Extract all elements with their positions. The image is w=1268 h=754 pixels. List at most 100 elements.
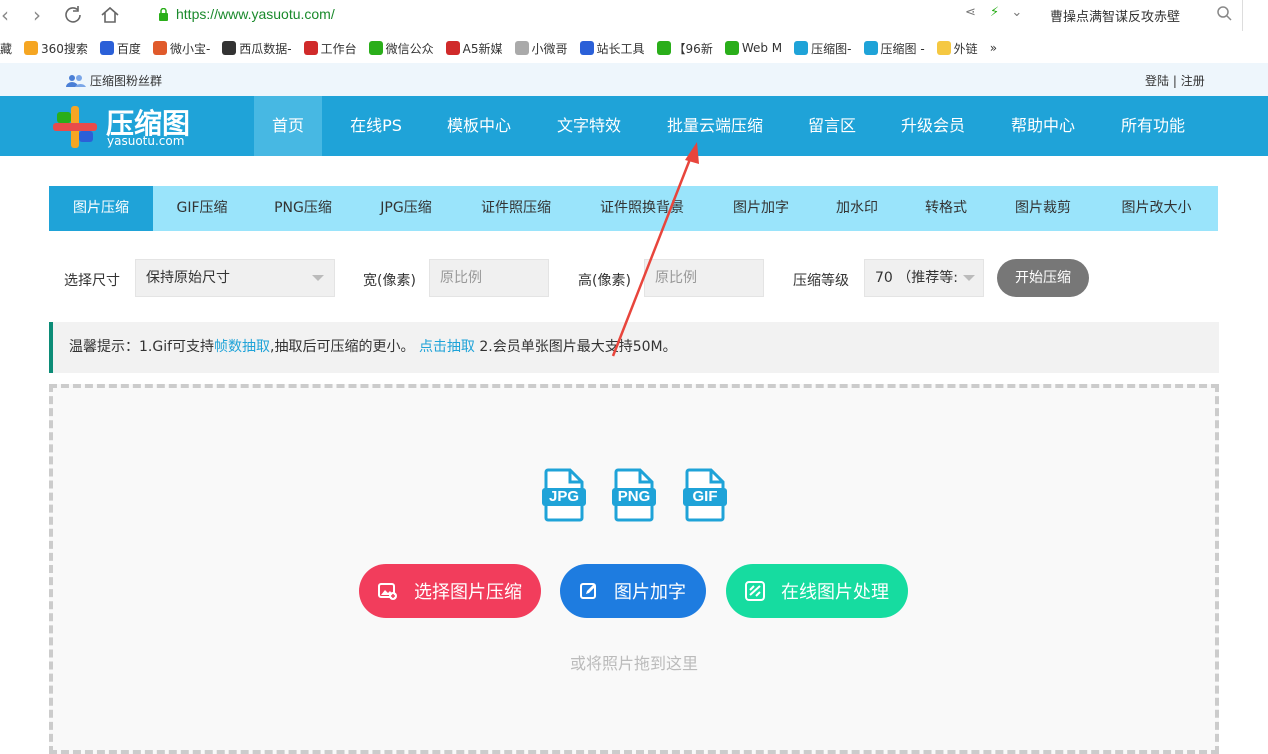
forward-icon[interactable]: › <box>24 3 50 27</box>
nav-item[interactable]: 升级会员 <box>885 96 981 156</box>
nav-item[interactable]: 模板中心 <box>431 96 527 156</box>
bookmark-label: A5新媒 <box>462 41 503 56</box>
height-input[interactable]: 原比例 <box>644 259 764 297</box>
share-icon[interactable]: ⋖ <box>965 5 976 20</box>
tool-tab[interactable]: 图片加字 <box>709 186 813 231</box>
chinaz-icon <box>579 41 594 55</box>
bookmark-item[interactable]: 工作台 <box>303 40 357 57</box>
file-type-label: PNG <box>617 488 651 505</box>
login-link[interactable]: 登陆 <box>1145 74 1169 88</box>
edit-icon <box>580 582 606 600</box>
browser-toolbar: ‹ › https://www.yasuotu.com/ ⋖ ⚡ ⌄ 曹操点满智… <box>0 0 1268 31</box>
bookmark-label: 藏 <box>0 41 13 56</box>
bookmark-label: 压缩图 - <box>880 41 925 56</box>
a5-icon <box>445 41 460 55</box>
refresh-icon[interactable] <box>60 3 86 27</box>
tool-tab[interactable]: 图片裁剪 <box>991 186 1095 231</box>
fans-group-link[interactable]: 压缩图粉丝群 <box>66 72 162 89</box>
bookmark-item[interactable]: 藏 <box>0 40 12 57</box>
more-bookmarks-icon[interactable]: » <box>990 41 997 55</box>
home-icon[interactable] <box>97 3 123 27</box>
logo-icon <box>53 106 97 148</box>
bookmark-label: 微小宝- <box>169 41 211 56</box>
start-compress-button[interactable]: 开始压缩 <box>997 259 1089 297</box>
tool-tab[interactable]: 图片改大小 <box>1095 186 1218 231</box>
workbench-icon <box>303 41 318 55</box>
bookmark-item[interactable]: 外链 <box>936 40 978 57</box>
bookmark-item[interactable]: 压缩图 - <box>863 40 925 57</box>
size-select[interactable]: 保持原始尺寸 <box>135 259 335 297</box>
bookmark-label: 站长工具 <box>596 41 645 56</box>
site-topbar: 压缩图粉丝群 登陆 | 注册 <box>0 63 1268 96</box>
bookmark-item[interactable]: 微小宝- <box>152 40 211 57</box>
lock-icon <box>159 8 168 21</box>
tip-banner: 温馨提示：1.Gif可支持帧数抽取,抽取后可压缩的更小。 点击抽取 2.会员单张… <box>49 322 1219 373</box>
tip-suffix: 2.会员单张图片最大支持50M。 <box>474 339 677 355</box>
tool-tab[interactable]: JPG压缩 <box>355 186 457 231</box>
tool-tab[interactable]: 证件照换背景 <box>575 186 709 231</box>
bookmark-item[interactable]: 西瓜数据- <box>222 40 292 57</box>
upload-dropzone[interactable]: JPG PNG GIF 选择图片压缩 图片加字 在线图片处理 或将照片拖到这里 <box>49 384 1219 754</box>
level-select[interactable]: 70 （推荐等: <box>864 259 984 297</box>
yasuotu-icon <box>863 41 878 55</box>
wechat-icon <box>368 41 383 55</box>
search-suggestion[interactable]: 曹操点满智谋反攻赤壁 <box>1050 6 1180 25</box>
address-bar[interactable]: https://www.yasuotu.com/ <box>176 6 335 22</box>
nav-item[interactable]: 批量云端压缩 <box>651 96 779 156</box>
nav-item[interactable]: 所有功能 <box>1104 96 1202 156</box>
folder-icon <box>936 41 951 55</box>
file-type-icon: JPG <box>542 468 586 522</box>
frame-extract-link[interactable]: 帧数抽取 <box>214 339 270 355</box>
nav-item[interactable]: 帮助中心 <box>995 96 1091 156</box>
width-label: 宽(像素) <box>363 273 416 289</box>
page-icon <box>514 41 529 55</box>
tool-tab[interactable]: 加水印 <box>813 186 901 231</box>
photo-edit-icon <box>745 581 773 601</box>
width-input[interactable]: 原比例 <box>429 259 549 297</box>
register-link[interactable]: 注册 <box>1181 74 1205 88</box>
nav-item[interactable]: 在线PS <box>334 96 418 156</box>
bookmark-item[interactable]: 【96新 <box>656 40 713 57</box>
bookmark-label: 工作台 <box>320 41 357 56</box>
file-type-icon: GIF <box>683 468 727 522</box>
button-label: 图片加字 <box>614 582 686 603</box>
bookmark-label: 压缩图- <box>811 41 852 56</box>
bookmark-item[interactable]: 压缩图- <box>794 40 852 57</box>
chevron-down-icon <box>312 275 324 281</box>
image-add-icon <box>378 581 406 601</box>
nav-item[interactable]: 首页 <box>254 96 322 156</box>
bookmark-item[interactable]: 微信公众 <box>368 40 434 57</box>
nav-item[interactable]: 文字特效 <box>541 96 637 156</box>
tool-tab[interactable]: GIF压缩 <box>153 186 251 231</box>
96-icon <box>724 41 739 55</box>
bookmark-item[interactable]: A5新媒 <box>445 40 503 57</box>
96-icon <box>656 41 671 55</box>
bookmark-label: 小微哥 <box>531 41 568 56</box>
tool-tab[interactable]: 图片压缩 <box>49 186 153 231</box>
users-icon <box>66 74 86 87</box>
click-extract-link[interactable]: 点击抽取 <box>419 339 475 355</box>
tool-tab[interactable]: 转格式 <box>901 186 991 231</box>
chevron-down-icon[interactable]: ⌄ <box>1011 5 1022 20</box>
bookmark-item[interactable]: 站长工具 <box>579 40 645 57</box>
search-icon[interactable] <box>1216 5 1232 25</box>
drag-hint: 或将照片拖到这里 <box>569 654 698 673</box>
file-type-label: GIF <box>692 488 718 505</box>
bookmark-item[interactable]: 360搜索 <box>24 40 88 57</box>
tool-tab[interactable]: PNG压缩 <box>251 186 355 231</box>
lightning-icon[interactable]: ⚡ <box>990 5 999 20</box>
select-image-button[interactable]: 选择图片压缩 <box>359 564 541 618</box>
online-edit-button[interactable]: 在线图片处理 <box>726 564 908 618</box>
size-label: 选择尺寸 <box>64 273 120 289</box>
bookmark-item[interactable]: 小微哥 <box>514 40 568 57</box>
bookmark-item[interactable]: Web M <box>724 41 782 55</box>
divider <box>1242 0 1243 31</box>
add-text-button[interactable]: 图片加字 <box>560 564 706 618</box>
nav-item[interactable]: 留言区 <box>792 96 872 156</box>
level-label: 压缩等级 <box>793 273 849 289</box>
bookmark-label: 【96新 <box>673 41 713 56</box>
tool-tab[interactable]: 证件照压缩 <box>457 186 575 231</box>
back-icon[interactable]: ‹ <box>0 3 18 27</box>
bookmark-item[interactable]: 百度 <box>99 40 141 57</box>
bookmark-label: 外链 <box>953 41 978 56</box>
